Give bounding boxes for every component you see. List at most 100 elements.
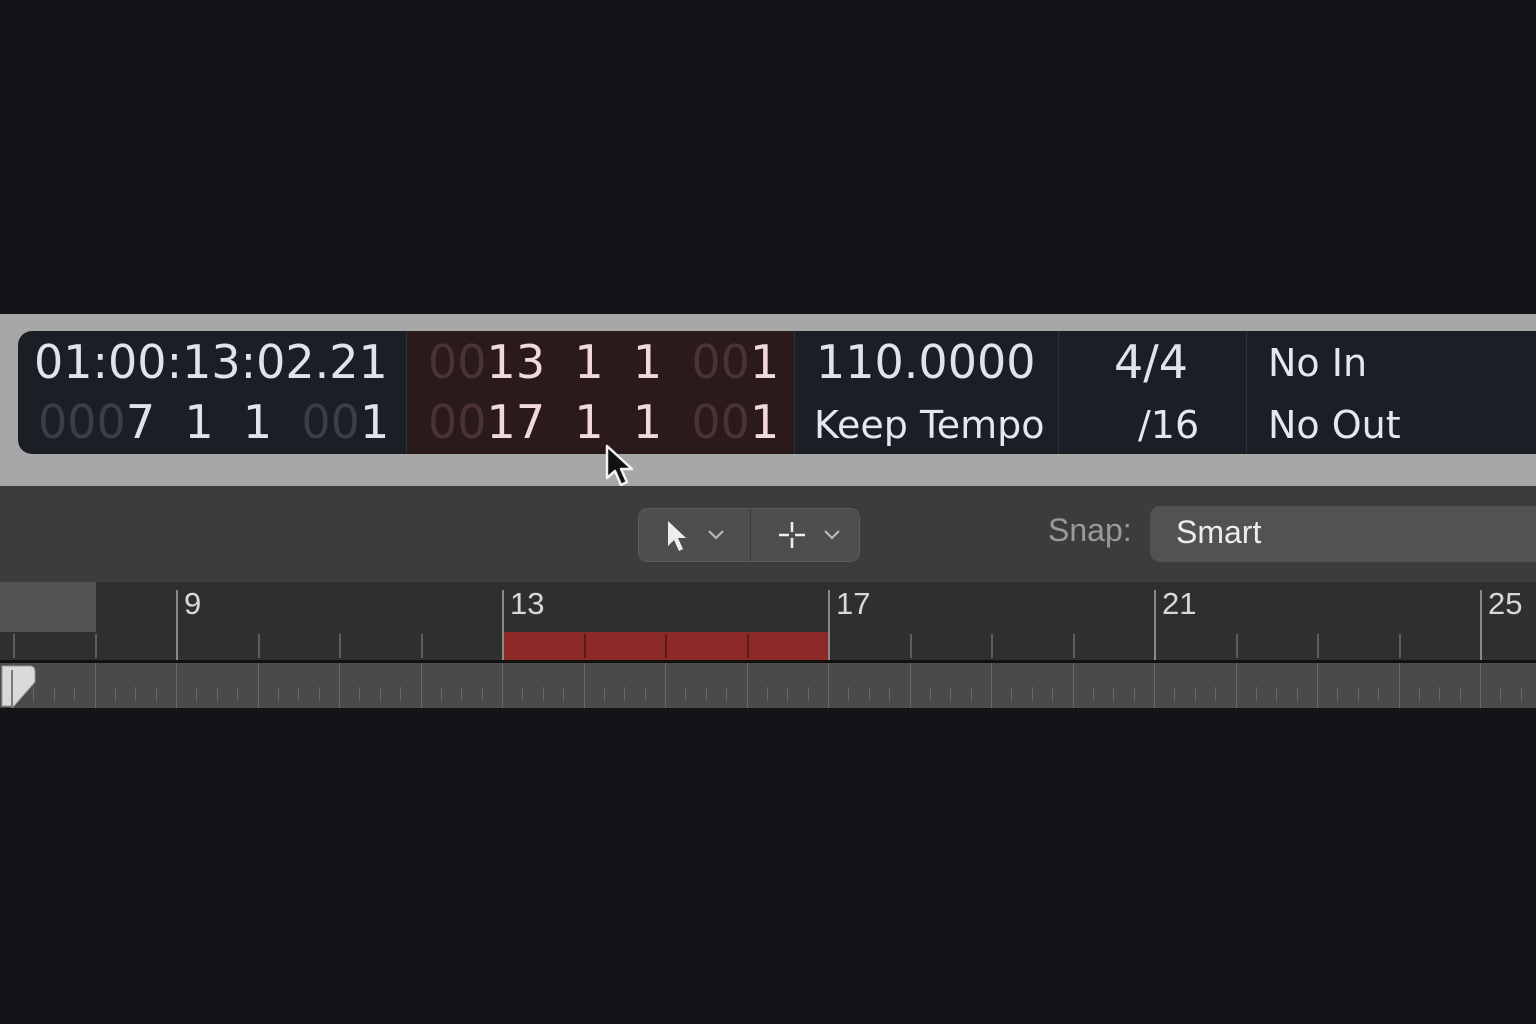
editor-toolbar: Snap: Smart (0, 486, 1536, 582)
control-bar: 01:00:13:02.21 0007 1 1 001 0013 1 1 001… (0, 314, 1536, 487)
secondary-ruler-tick (889, 687, 891, 701)
ruler-bar-tick (991, 634, 993, 658)
lcd-divider (1246, 331, 1247, 454)
tool-menu-group (638, 508, 860, 562)
cmd-click-tool-menu[interactable] (750, 509, 860, 561)
division[interactable]: /16 (1138, 403, 1199, 447)
bar-position[interactable]: 0007 1 1 001 (38, 395, 389, 449)
secondary-ruler-tick (155, 687, 157, 701)
secondary-ruler-tick (74, 687, 76, 701)
lcd-tempo-segment[interactable]: 110.0000 Keep Tempo (794, 331, 1058, 454)
cycle-right-tick: 1 (749, 395, 780, 449)
lcd-time-segment[interactable]: 01:00:13:02.21 0007 1 1 001 (18, 331, 406, 454)
position-beat: 1 (184, 395, 214, 449)
secondary-ruler-tick (1113, 687, 1115, 701)
lcd-signature-segment[interactable]: 4/4 /16 (1058, 331, 1246, 454)
secondary-ruler-tick (970, 687, 972, 701)
secondary-ruler-tick (685, 687, 687, 701)
secondary-ruler-tick (135, 687, 137, 701)
secondary-ruler-tick (1357, 687, 1359, 701)
secondary-ruler-tick (868, 687, 870, 701)
ruler-bar-tick (1398, 634, 1401, 658)
ruler-bar-tick (1235, 634, 1238, 658)
ruler-bar-tick (746, 634, 749, 658)
chevron-down-icon (824, 530, 840, 540)
secondary-ruler-tick (216, 687, 218, 701)
cycle-left-locator[interactable]: 0013 1 1 001 (428, 335, 779, 389)
ruler-bar-label: 25 (1488, 586, 1523, 621)
left-click-tool-menu[interactable] (639, 509, 749, 561)
lcd-display[interactable]: 01:00:13:02.21 0007 1 1 001 0013 1 1 001… (18, 331, 1536, 454)
position-dim-digits: 000 (38, 395, 126, 449)
secondary-ruler-tick (1520, 687, 1522, 701)
secondary-ruler-tick (1194, 687, 1196, 701)
cycle-right-beat: 1 (574, 395, 604, 449)
secondary-ruler-tick (1174, 687, 1176, 701)
secondary-ruler-tick (1337, 687, 1339, 701)
secondary-ruler-tick (624, 687, 626, 701)
ruler-bar-label: 9 (184, 586, 202, 621)
secondary-ruler-tick (848, 687, 850, 701)
position-tick: 1 (359, 395, 390, 449)
tempo-mode[interactable]: Keep Tempo (814, 403, 1045, 447)
ruler-bar-tick (909, 634, 912, 658)
secondary-ruler-tick (420, 663, 422, 708)
secondary-ruler-tick (176, 663, 177, 708)
position-division: 1 (242, 395, 273, 449)
lcd-divider (1058, 331, 1059, 454)
ruler-bar-tick (176, 590, 178, 660)
secondary-ruler-tick (1317, 663, 1318, 708)
ruler-bar-label: 21 (1162, 586, 1197, 621)
bar-ruler[interactable]: 9 13 17 21 25 (0, 582, 1536, 708)
cycle-right-division: 1 (632, 395, 663, 449)
secondary-ruler-tick (1235, 663, 1237, 708)
secondary-ruler-tick (828, 663, 829, 708)
punch-out[interactable]: No Out (1268, 403, 1401, 447)
secondary-ruler-tick (502, 663, 503, 708)
ruler-bar-tick (1317, 634, 1319, 658)
secondary-ruler-tick (1215, 687, 1217, 701)
secondary-ruler-tick (440, 687, 442, 701)
cycle-left-bar: 13 (486, 335, 546, 389)
lcd-cycle-segment[interactable]: 0013 1 1 001 0017 1 1 001 (406, 331, 794, 454)
secondary-ruler[interactable] (0, 663, 1536, 708)
secondary-ruler-tick (807, 687, 809, 701)
smpte-time[interactable]: 01:00:13:02.21 (34, 335, 388, 389)
secondary-ruler-tick (257, 663, 259, 708)
ruler-bar-tick (828, 590, 830, 660)
secondary-ruler-tick (237, 687, 239, 701)
secondary-ruler-tick (400, 687, 402, 701)
secondary-ruler-tick (1480, 663, 1481, 708)
ruler-bar-tick (1072, 634, 1075, 658)
snap-dropdown[interactable]: Smart (1150, 506, 1536, 562)
secondary-ruler-tick (1154, 663, 1155, 708)
ruler-bar-tick (1154, 590, 1156, 660)
secondary-ruler-tick (1439, 687, 1441, 701)
secondary-ruler-tick (950, 687, 952, 701)
ruler-bar-tick (13, 634, 15, 658)
pointer-arrow-icon (668, 521, 686, 551)
secondary-ruler-tick (1072, 663, 1074, 708)
secondary-ruler-tick (359, 687, 361, 701)
cycle-left-tick: 1 (749, 335, 780, 389)
cycle-right-locator[interactable]: 0017 1 1 001 (428, 395, 779, 449)
ruler-bar-tick (339, 634, 341, 658)
ruler-bar-tick (420, 634, 423, 658)
time-signature[interactable]: 4/4 (1114, 335, 1188, 389)
lcd-inout-segment[interactable]: No In No Out (1246, 331, 1536, 454)
secondary-ruler-tick (542, 687, 544, 701)
secondary-ruler-tick (909, 663, 911, 708)
secondary-ruler-tick (1459, 687, 1461, 701)
secondary-ruler-tick (481, 687, 483, 701)
secondary-ruler-tick (1398, 663, 1400, 708)
secondary-ruler-tick (1052, 687, 1054, 701)
lcd-divider (406, 331, 407, 454)
playhead-handle-icon[interactable] (0, 664, 38, 710)
cycle-right-dim: 00 (428, 395, 487, 449)
secondary-ruler-tick (1378, 687, 1380, 701)
secondary-ruler-tick (563, 687, 565, 701)
tempo-value[interactable]: 110.0000 (816, 335, 1036, 389)
mouse-cursor-icon (605, 444, 634, 487)
punch-in[interactable]: No In (1268, 341, 1367, 385)
ruler-bar-tick (665, 634, 667, 658)
